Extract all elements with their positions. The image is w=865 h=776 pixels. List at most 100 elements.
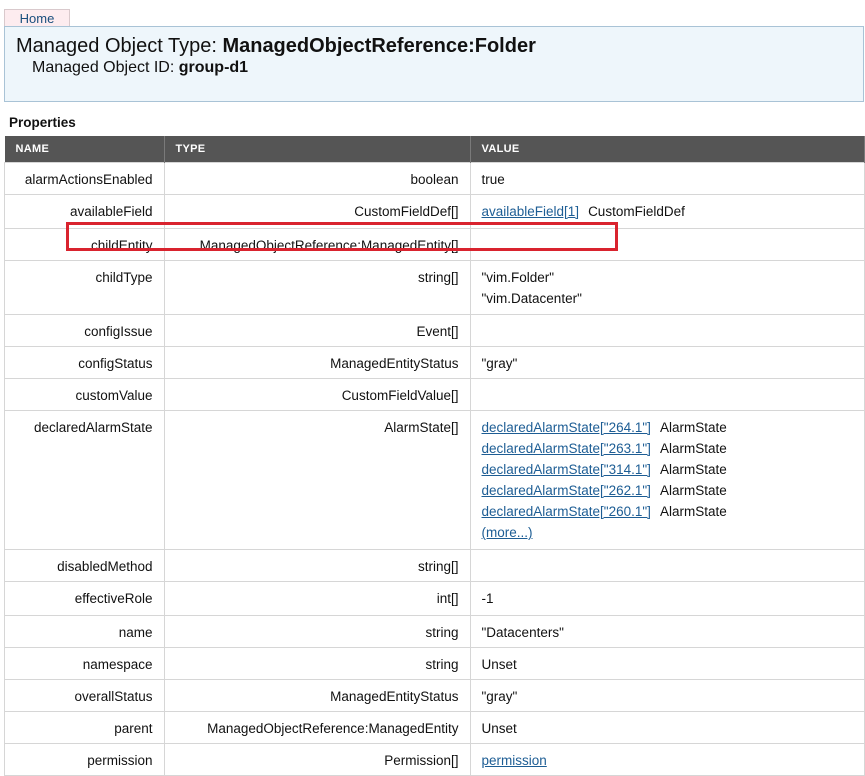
property-value: Unset: [469, 711, 865, 744]
property-value: declaredAlarmState["264.1"] AlarmState dec…: [469, 410, 865, 550]
property-type: Event[]: [163, 314, 471, 347]
property-name: permission: [4, 743, 165, 776]
value-line: "gray": [482, 686, 854, 707]
property-type: ManagedEntityStatus: [163, 679, 471, 712]
value-line: availableField[1] CustomFieldDef: [482, 201, 854, 222]
property-type: ManagedEntityStatus: [163, 346, 471, 379]
property-type: boolean: [163, 162, 471, 195]
property-name: disabledMethod: [4, 549, 165, 582]
table-row: name string "Datacenters": [4, 615, 865, 648]
table-row: childEntity ManagedObjectReference:Manage…: [4, 228, 865, 261]
property-type: string: [163, 615, 471, 648]
property-type: AlarmState[]: [163, 410, 471, 550]
value-text: AlarmState: [659, 504, 727, 519]
type-value: ManagedObjectReference:Folder: [222, 35, 536, 57]
value-line: Unset: [482, 654, 854, 675]
id-label: Managed Object ID:: [32, 59, 175, 76]
value-link[interactable]: (more...): [482, 525, 533, 540]
value-line: Unset: [482, 718, 854, 739]
value-link[interactable]: declaredAlarmState["264.1"]: [482, 420, 651, 435]
property-value: [469, 314, 865, 347]
property-type: string: [163, 647, 471, 680]
table-row: availableField CustomFieldDef[] availableF…: [4, 194, 865, 229]
id-value: group-d1: [178, 59, 249, 76]
table-row: childType string[] "vim.Folder" "vim.Datace…: [4, 260, 865, 315]
table-row: configStatus ManagedEntityStatus "gray": [4, 346, 865, 379]
value-line: permission: [482, 750, 854, 771]
property-value: -1: [469, 581, 865, 616]
value-line: true: [482, 169, 854, 190]
property-type: ManagedObjectReference:ManagedEntity[]: [163, 228, 471, 261]
value-link[interactable]: declaredAlarmState["314.1"]: [482, 462, 651, 477]
table-row: namespace string Unset: [4, 647, 865, 680]
column-header-name: NAME: [4, 136, 165, 163]
value-text: Unset: [481, 657, 517, 672]
property-name: namespace: [4, 647, 165, 680]
property-type: CustomFieldDef[]: [163, 194, 471, 229]
property-value: true: [469, 162, 865, 195]
value-line: "vim.Datacenter": [482, 288, 854, 309]
property-type: CustomFieldValue[]: [163, 378, 471, 411]
property-value: "Datacenters": [469, 615, 865, 648]
value-text: "vim.Datacenter": [481, 291, 582, 306]
table-row: permission Permission[] permission: [4, 743, 865, 776]
value-link[interactable]: declaredAlarmState["262.1"]: [482, 483, 651, 498]
value-link[interactable]: permission: [482, 753, 547, 768]
property-value: [469, 378, 865, 411]
value-line: declaredAlarmState["260.1"] AlarmState: [482, 501, 854, 522]
value-link[interactable]: declaredAlarmState["263.1"]: [482, 441, 651, 456]
table-row: disabledMethod string[]: [4, 549, 865, 582]
value-text: AlarmState: [659, 441, 727, 456]
column-header-value: VALUE: [470, 136, 865, 163]
property-name: availableField: [4, 194, 165, 229]
value-line: declaredAlarmState["264.1"] AlarmState: [482, 417, 854, 438]
value-text: CustomFieldDef: [588, 204, 685, 219]
table-row: customValue CustomFieldValue[]: [4, 378, 865, 411]
property-name: customValue: [4, 378, 165, 411]
type-label: Managed Object Type:: [16, 35, 217, 57]
value-text: AlarmState: [659, 462, 727, 477]
table-row: declaredAlarmState AlarmState[] declaredAl…: [4, 410, 865, 550]
property-value: availableField[1] CustomFieldDef: [469, 194, 865, 229]
value-line: declaredAlarmState["263.1"] AlarmState: [482, 438, 854, 459]
object-header: Managed Object Type: ManagedObjectRefere…: [4, 26, 864, 102]
value-text: "gray": [481, 689, 518, 704]
value-text: true: [481, 172, 505, 187]
property-value: [469, 549, 865, 582]
table-row: effectiveRole int[] -1: [4, 581, 865, 616]
table-header-row: NAME TYPE VALUE: [4, 136, 865, 163]
property-type: string[]: [163, 549, 471, 582]
value-line: declaredAlarmState["262.1"] AlarmState: [482, 480, 854, 501]
properties-table: NAME TYPE VALUE alarmActionsEnabled boole…: [4, 136, 865, 776]
home-tab[interactable]: Home: [4, 9, 70, 27]
column-header-type: TYPE: [164, 136, 471, 163]
property-name: declaredAlarmState: [4, 410, 165, 550]
value-link[interactable]: declaredAlarmState["260.1"]: [482, 504, 651, 519]
property-value: Unset: [469, 647, 865, 680]
property-type: string[]: [163, 260, 471, 315]
value-link[interactable]: availableField[1]: [482, 204, 580, 219]
value-line: "gray": [482, 353, 854, 374]
property-type: ManagedObjectReference:ManagedEntity: [163, 711, 471, 744]
property-name: alarmActionsEnabled: [4, 162, 165, 195]
table-row: alarmActionsEnabled boolean true: [4, 162, 865, 195]
value-text: "Datacenters": [481, 625, 564, 640]
value-line: (more...): [482, 522, 854, 543]
value-line: declaredAlarmState["314.1"] AlarmState: [482, 459, 854, 480]
property-name: childType: [4, 260, 165, 315]
table-row: parent ManagedObjectReference:ManagedEnti…: [4, 711, 865, 744]
properties-title: Properties: [9, 115, 76, 130]
value-text: Unset: [481, 721, 517, 736]
value-line: "Datacenters": [482, 622, 854, 643]
value-text: -1: [481, 591, 494, 606]
value-text: AlarmState: [659, 420, 727, 435]
property-value: permission: [469, 743, 865, 776]
value-text: "gray": [481, 356, 518, 371]
value-line: "vim.Folder": [482, 267, 854, 288]
properties-table-body: alarmActionsEnabled boolean true availableF…: [4, 162, 865, 776]
property-value: [469, 228, 865, 261]
property-value: "gray": [469, 346, 865, 379]
property-name: configStatus: [4, 346, 165, 379]
property-name: configIssue: [4, 314, 165, 347]
property-name: parent: [4, 711, 165, 744]
